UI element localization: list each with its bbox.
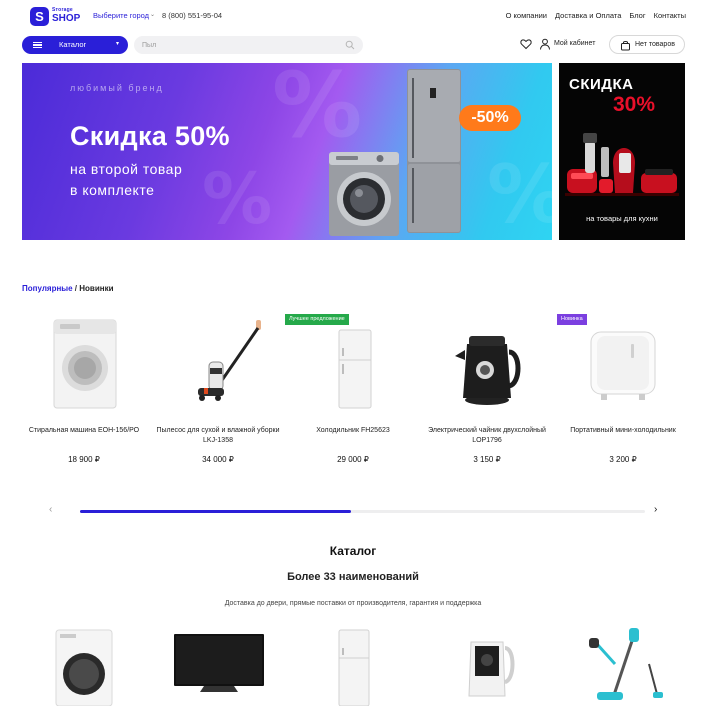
- banner-subtitle-line1: на второй товар: [70, 161, 183, 177]
- tab-new[interactable]: Новинки: [79, 284, 113, 293]
- promo-banner-side[interactable]: СКИДКА 30% на товары для кухни: [559, 63, 685, 240]
- banner-subtitle-line2: в комплекте: [70, 182, 155, 198]
- catalog-category-kettles[interactable]: [421, 624, 553, 706]
- nav-link-delivery[interactable]: Доставка и Оплата: [555, 11, 621, 20]
- chevron-down-icon[interactable]: ⌄: [150, 11, 155, 18]
- city-selector[interactable]: Выберите город: [93, 11, 149, 20]
- product-tabs: Популярные / Новинки: [22, 284, 114, 293]
- product-image-mini-fridge: [590, 331, 656, 400]
- refrigerator-image: [407, 69, 461, 233]
- catalog-category-washing-machines[interactable]: [18, 624, 150, 706]
- chevron-down-icon: ▾: [115, 41, 119, 47]
- cart-button-label: Нет товаров: [635, 41, 675, 48]
- product-card[interactable]: Новинка Портативный мини-холодильник 3 2…: [557, 314, 689, 474]
- top-bar: S Sтorage SHOP Выберите город ⌄ 8 (800) …: [0, 0, 706, 32]
- category-image-refrigerator: [338, 629, 370, 706]
- product-name[interactable]: Стиральная машина ЕОН-156/РО: [18, 426, 150, 436]
- slider-scrollbar[interactable]: [80, 510, 645, 513]
- percent-decoration: %: [272, 63, 363, 158]
- discount-badge: -50%: [459, 105, 521, 131]
- product-price: 3 150 ₽: [473, 455, 501, 464]
- chevron-left-icon[interactable]: ‹: [49, 504, 52, 515]
- product-image-kettle: [455, 336, 521, 405]
- percent-decoration: %: [487, 148, 552, 240]
- product-price: 18 900 ₽: [68, 455, 100, 464]
- category-image-vacuum: [589, 628, 663, 700]
- catalog-category-refrigerators[interactable]: [287, 624, 419, 706]
- catalog-description: Доставка до двери, прямые поставки от пр…: [224, 600, 482, 607]
- slider-scrollbar-thumb[interactable]: [80, 510, 352, 513]
- product-price: 29 000 ₽: [337, 455, 369, 464]
- catalog-subtitle: Более 33 наименований: [287, 571, 419, 583]
- heart-icon[interactable]: [520, 38, 532, 50]
- side-banner-percent: 30%: [613, 93, 656, 116]
- cart-icon: [621, 41, 630, 51]
- category-image-washing-machine: [55, 629, 113, 706]
- badge-best-offer: Лучшее предложение: [285, 314, 349, 325]
- badge-new: Новинка: [557, 314, 587, 325]
- product-image-refrigerator: [338, 329, 372, 409]
- catalog-button-label: Каталог: [59, 40, 87, 49]
- product-name[interactable]: Пылесос для сухой и влажной уборки LKJ-1…: [152, 426, 284, 445]
- product-image-vacuum: [198, 320, 261, 401]
- product-card[interactable]: Электрический чайник двухслойный LOP1796…: [421, 314, 553, 474]
- logo-badge: S: [30, 7, 49, 26]
- logo-bottom-text: SHOP: [52, 13, 81, 24]
- percent-decoration: %: [202, 158, 273, 240]
- promo-banner-main[interactable]: % % % любимый бренд Скидка 50% на второй…: [22, 63, 552, 240]
- banner-brand-text: любимый бренд: [70, 83, 164, 93]
- top-nav: О компании Доставка и Оплата Блог Контак…: [506, 11, 686, 20]
- user-icon[interactable]: [539, 38, 551, 50]
- search-input[interactable]: [142, 39, 332, 51]
- product-card[interactable]: Лучшее предложение Холодильник FH25623 2…: [285, 314, 419, 474]
- catalog-title: Каталог: [329, 544, 377, 558]
- side-banner-footer: на товары для кухни: [586, 214, 658, 223]
- account-link[interactable]: Мой кабинет: [554, 40, 595, 47]
- product-price: 34 000 ₽: [202, 455, 234, 464]
- category-image-kettle: [468, 641, 515, 697]
- chevron-right-icon[interactable]: ›: [654, 504, 657, 515]
- product-name[interactable]: Портативный мини-холодильник: [557, 426, 689, 436]
- catalog-button[interactable]: Каталог ▾: [22, 36, 128, 54]
- nav-link-about[interactable]: О компании: [506, 11, 547, 20]
- product-price: 3 200 ₽: [609, 455, 637, 464]
- search-icon[interactable]: [345, 40, 355, 50]
- nav-link-blog[interactable]: Блог: [629, 11, 645, 20]
- site-logo[interactable]: S Sтorage SHOP: [30, 7, 80, 27]
- menu-icon: [33, 42, 42, 48]
- kitchen-appliances-image: [565, 133, 679, 196]
- product-name[interactable]: Электрический чайник двухслойный LOP1796: [421, 426, 553, 445]
- side-banner-title: СКИДКА: [569, 76, 634, 93]
- tab-popular[interactable]: Популярные: [22, 284, 73, 293]
- product-card[interactable]: Стиральная машина ЕОН-156/РО 18 900 ₽: [18, 314, 150, 474]
- nav-link-contacts[interactable]: Контакты: [654, 11, 686, 20]
- banner-headline: Скидка 50%: [70, 121, 230, 151]
- catalog-category-tv[interactable]: [152, 624, 284, 706]
- search-bar: [134, 36, 363, 54]
- product-image-washing-machine: [53, 319, 117, 409]
- product-name[interactable]: Холодильник FH25623: [287, 426, 419, 436]
- washing-machine-image: [329, 152, 399, 236]
- category-image-tv: [174, 634, 264, 692]
- product-card[interactable]: Пылесос для сухой и влажной уборки LKJ-1…: [152, 314, 284, 474]
- phone-number[interactable]: 8 (800) 551-95-04: [162, 11, 222, 20]
- cart-button[interactable]: Нет товаров: [609, 35, 685, 54]
- catalog-category-vacuums[interactable]: [557, 624, 689, 706]
